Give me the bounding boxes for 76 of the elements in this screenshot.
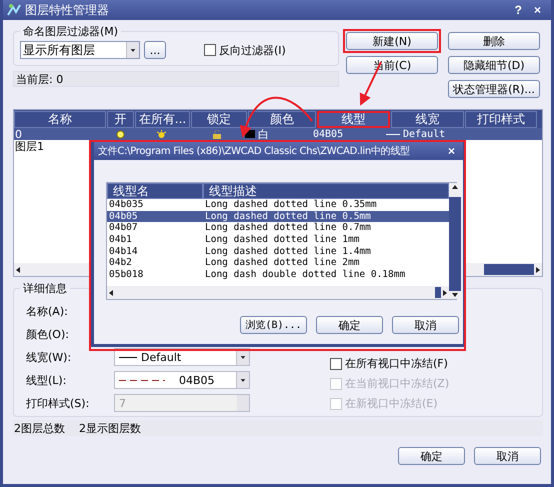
dialog-button[interactable]: 确定 [316,316,383,334]
linetype-name: 04b035 [108,199,144,210]
action-button[interactable]: 隐藏细节(D) [448,56,540,74]
column-header[interactable]: 线宽 [391,111,464,128]
layer-row[interactable]: 0 白 04B05 Default [14,128,542,140]
linetype-name: 04b05 [108,210,139,222]
linetype-row[interactable]: 04b05 Long dashed dotted line 0.5mm [107,210,449,222]
group-title: 命名图层过滤器(M) [22,24,120,39]
action-button[interactable]: 删除 [448,32,540,50]
dashed-line-icon [119,378,165,382]
vertical-scrollbar[interactable] [449,183,461,299]
color-name: 白 [258,126,269,142]
linetype-name: 04b14 [108,246,139,257]
action-button[interactable]: 新建(N) [346,32,438,50]
lock-icon[interactable] [212,130,222,138]
linetype-description: Long dash double dotted line 0.18mm [204,268,406,280]
dialog-button[interactable]: 确定 [398,447,465,465]
close-button[interactable]: × [530,3,545,17]
scroll-arrow-icon[interactable] [451,183,459,191]
filter-browse-button[interactable]: ... [144,41,166,59]
linetype-name: 04b07 [108,222,139,234]
dialog-button[interactable]: 取消 [392,316,459,334]
column-header[interactable]: 打印样式 [465,111,537,128]
layer-name: 图层1 [15,138,44,154]
column-header[interactable]: 在所有... [135,111,190,128]
column-header[interactable]: 线型名 [107,183,203,199]
close-button[interactable]: × [444,144,459,158]
scroll-arrow-icon[interactable] [534,266,542,274]
scrollbar-thumb[interactable] [435,287,441,298]
field-label: 名称(A): [26,304,69,320]
field-label: 线型(L): [26,372,68,388]
linetype-description: Long dashed dotted line 0.5mm [204,210,372,222]
status-text: 2图层总数 [14,420,65,436]
plot-style-field: 7 [114,394,250,412]
scroll-arrow-icon[interactable] [107,288,115,296]
linetype-description: Long dashed dotted line 0.7mm [204,222,372,234]
column-header[interactable]: 开 [107,111,134,128]
dialog-button[interactable]: 浏览(B)... [240,316,307,334]
linetype-name: 05b018 [108,268,144,280]
horizontal-scrollbar[interactable] [107,286,449,299]
lineweight-value: Default [403,128,446,140]
linetype-description: Long dashed dotted line 2mm [204,257,360,268]
linetype-name: 04b2 [108,257,133,268]
column-header[interactable]: 颜色 [248,111,316,128]
group-title: 详细信息 [22,281,68,296]
app-icon [7,3,21,17]
column-header[interactable]: 线型 [317,111,390,128]
field-label: 线宽(W): [26,350,72,366]
field-label: 打印样式(S): [26,396,90,412]
column-header[interactable]: 锁定 [191,111,247,128]
line-sample-icon [119,356,137,358]
scrollbar-thumb[interactable] [484,264,534,275]
layer-name: 0 [15,128,22,140]
bulb-icon[interactable] [116,130,124,138]
scroll-arrow-icon[interactable] [14,266,22,274]
column-header[interactable]: 名称 [14,111,106,128]
dialog-title: 文件C:\Program Files (x86)\ZWCAD Classic Chs\ZWCAD.lin中的线型 [98,144,411,158]
linetype-dropdown[interactable]: 04B05 [114,371,250,389]
linetype-name: 04B05 [313,128,344,140]
linetype-description: Long dashed dotted line 1.4mm [204,246,372,257]
linetype-description: Long dashed dotted line 1mm [204,234,360,246]
line-sample-icon [386,132,400,136]
invert-filter-checkbox[interactable]: 反向过滤器(I) [204,42,286,58]
linetype-description: Long dashed dotted line 0.35mm [204,199,378,210]
action-button[interactable]: 状态管理器(R)... [448,80,540,98]
window-title: 图层特性管理器 [25,2,110,18]
freeze-checkbox[interactable]: 在所有视口中冻结(F) [330,356,450,371]
status-text: 2显示图层数 [79,420,141,436]
linetype-name: 04b1 [108,234,133,246]
sun-icon[interactable] [156,130,166,138]
help-button[interactable]: ? [510,3,526,17]
field-label: 颜色(O): [26,326,70,342]
filter-dropdown[interactable]: 显示所有图层 [20,41,140,59]
current-layer-text: 当前层: 0 [13,71,339,87]
column-header[interactable]: 线型描述 [203,183,449,199]
dialog-button[interactable]: 取消 [474,447,541,465]
